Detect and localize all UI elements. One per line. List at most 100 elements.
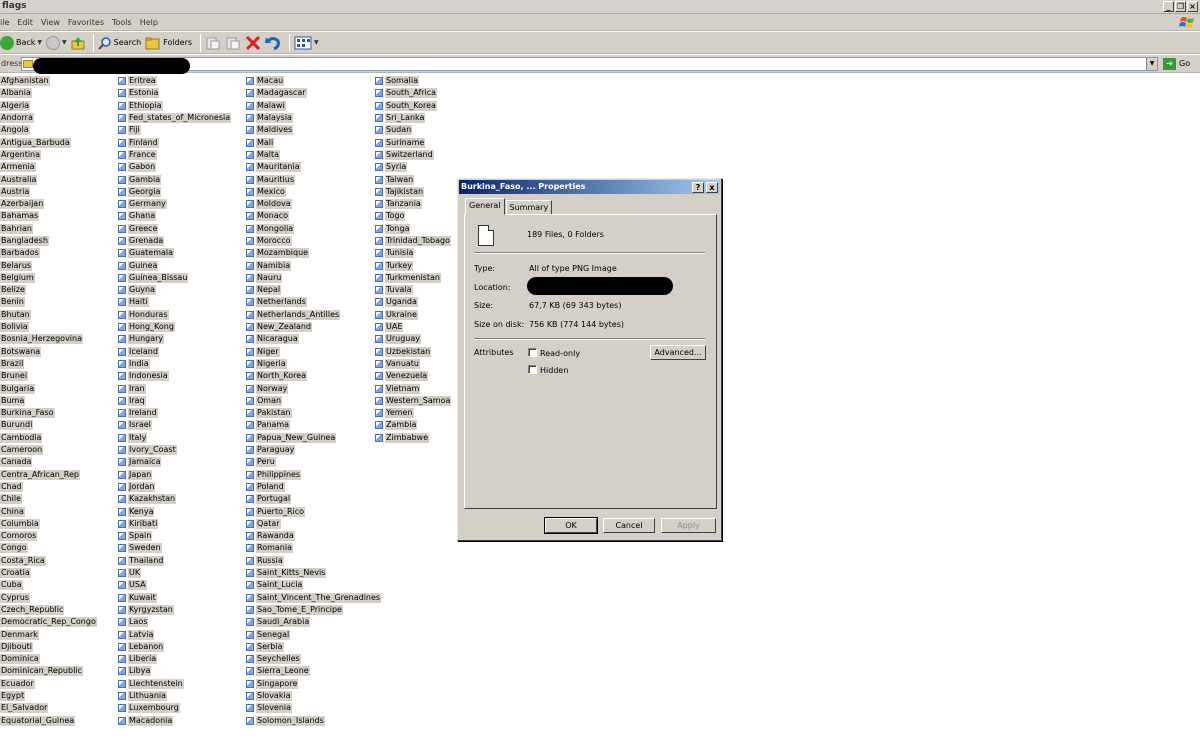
file-item[interactable]: Turkey bbox=[375, 259, 451, 271]
file-item[interactable]: Saint_Vincent_The_Grenadines bbox=[246, 591, 382, 603]
file-item[interactable]: Andorra bbox=[0, 112, 97, 124]
file-item[interactable]: Portugal bbox=[246, 493, 381, 505]
file-item[interactable]: Taiwan bbox=[375, 173, 451, 185]
file-item[interactable]: Djibouti bbox=[0, 641, 97, 653]
file-item[interactable]: USA bbox=[118, 579, 231, 591]
file-item[interactable]: Paraguay bbox=[246, 444, 381, 456]
file-item[interactable]: Serbia bbox=[246, 641, 381, 653]
file-item[interactable]: Nauru bbox=[246, 272, 381, 284]
file-item[interactable]: Germany bbox=[118, 198, 231, 210]
undo-button[interactable] bbox=[265, 33, 281, 53]
file-item[interactable]: Denmark bbox=[0, 628, 97, 640]
file-item[interactable]: Ukraine bbox=[375, 309, 451, 321]
menu-favorites[interactable]: Favorites bbox=[68, 18, 104, 27]
search-button[interactable]: Search bbox=[97, 33, 141, 53]
file-item[interactable]: Rawanda bbox=[246, 530, 381, 542]
folders-button[interactable]: Folders bbox=[145, 33, 192, 53]
file-item[interactable]: Sierra_Leone bbox=[246, 665, 381, 677]
restore-button[interactable]: ❐ bbox=[1175, 1, 1186, 12]
menu-help[interactable]: Help bbox=[140, 18, 158, 27]
back-button[interactable]: Back ▼ bbox=[0, 33, 42, 53]
file-item[interactable]: Ivory_Coast bbox=[118, 444, 231, 456]
file-item[interactable]: Uganda bbox=[375, 296, 451, 308]
file-item[interactable]: Luxembourg bbox=[118, 702, 231, 714]
file-item[interactable]: Malaysia bbox=[246, 112, 381, 124]
chevron-down-icon[interactable]: ▼ bbox=[62, 39, 67, 46]
file-item[interactable]: Puerto_Rico bbox=[246, 505, 381, 517]
file-item[interactable]: Namibia bbox=[246, 259, 381, 271]
file-item[interactable]: Latvia bbox=[118, 628, 231, 640]
file-item[interactable]: Mali bbox=[246, 136, 381, 148]
file-item[interactable]: Gambia bbox=[118, 173, 231, 185]
file-item[interactable]: Cyprus bbox=[0, 591, 97, 603]
up-folder-button[interactable] bbox=[71, 33, 85, 53]
file-item[interactable]: Croatia bbox=[0, 567, 97, 579]
file-item[interactable]: Kazakhstan bbox=[118, 493, 231, 505]
file-item[interactable]: Qatar bbox=[246, 518, 381, 530]
file-item[interactable]: Cameroon bbox=[0, 444, 97, 456]
file-item[interactable]: Morocco bbox=[246, 235, 381, 247]
file-item[interactable]: Chad bbox=[0, 481, 97, 493]
file-item[interactable]: Buma bbox=[0, 395, 97, 407]
file-item[interactable]: Albania bbox=[0, 87, 97, 99]
file-item[interactable]: Bahamas bbox=[0, 210, 97, 222]
file-item[interactable]: Lebanon bbox=[118, 641, 231, 653]
file-item[interactable]: Romania bbox=[246, 542, 381, 554]
file-item[interactable]: Malta bbox=[246, 149, 381, 161]
file-item[interactable]: Sao_Tome_E_Principe bbox=[246, 604, 381, 616]
file-item[interactable]: Algeria bbox=[0, 100, 97, 112]
file-item[interactable]: Iran bbox=[118, 382, 231, 394]
menu-file[interactable]: ile bbox=[0, 18, 9, 27]
file-item[interactable]: Peru bbox=[246, 456, 381, 468]
file-item[interactable]: Oman bbox=[246, 395, 381, 407]
file-item[interactable]: Senegal bbox=[246, 628, 381, 640]
file-item[interactable]: Togo bbox=[375, 210, 451, 222]
file-item[interactable]: Philippines bbox=[246, 469, 381, 481]
file-item[interactable]: Mongolia bbox=[246, 223, 381, 235]
file-item[interactable]: Gabon bbox=[118, 161, 231, 173]
file-item[interactable]: Guinea_Bissau bbox=[118, 272, 231, 284]
file-item[interactable]: Nigeria bbox=[246, 358, 381, 370]
dialog-close-button[interactable]: x bbox=[706, 182, 718, 193]
file-item[interactable]: Fed_states_of_Micronesia bbox=[118, 112, 232, 124]
file-item[interactable]: Ecuador bbox=[0, 678, 97, 690]
file-item[interactable]: Western_Samoa bbox=[375, 395, 452, 407]
file-item[interactable]: Liechtenstein bbox=[118, 678, 231, 690]
file-item[interactable]: Moldova bbox=[246, 198, 381, 210]
file-item[interactable]: Comoros bbox=[0, 530, 97, 542]
file-item[interactable]: Singapore bbox=[246, 678, 381, 690]
file-item[interactable]: Tajikistan bbox=[375, 186, 451, 198]
file-item[interactable]: Somalia bbox=[375, 75, 451, 87]
file-item[interactable]: Panama bbox=[246, 419, 381, 431]
file-item[interactable]: Bangladesh bbox=[0, 235, 97, 247]
file-item[interactable]: Venezuela bbox=[375, 370, 451, 382]
file-item[interactable]: Norway bbox=[246, 382, 381, 394]
file-item[interactable]: Vietnam bbox=[375, 382, 451, 394]
file-item[interactable]: Honduras bbox=[118, 309, 231, 321]
file-item[interactable]: Burkina_Faso bbox=[0, 407, 97, 419]
readonly-checkbox[interactable] bbox=[528, 348, 537, 357]
file-item[interactable]: Equatorial_Guinea bbox=[0, 714, 97, 726]
file-item[interactable]: Libya bbox=[118, 665, 231, 677]
file-item[interactable]: Centra_African_Rep bbox=[0, 469, 97, 481]
menu-tools[interactable]: Tools bbox=[112, 18, 132, 27]
close-button[interactable]: × bbox=[1187, 1, 1198, 12]
file-item[interactable]: Saint_Kitts_Nevis bbox=[246, 567, 381, 579]
file-item[interactable]: South_Africa bbox=[375, 87, 451, 99]
file-item[interactable]: Antigua_Barbuda bbox=[0, 136, 97, 148]
file-item[interactable]: Jordan bbox=[118, 481, 231, 493]
file-item[interactable]: Kuwait bbox=[118, 591, 231, 603]
file-item[interactable]: Iraq bbox=[118, 395, 231, 407]
file-item[interactable]: Spain bbox=[118, 530, 231, 542]
file-item[interactable]: Guatemala bbox=[118, 247, 231, 259]
file-item[interactable]: Belize bbox=[0, 284, 97, 296]
tab-summary[interactable]: Summary bbox=[505, 200, 553, 215]
cancel-button[interactable]: Cancel bbox=[603, 518, 655, 533]
file-item[interactable]: Fiji bbox=[118, 124, 231, 136]
file-item[interactable]: Suriname bbox=[375, 136, 451, 148]
file-item[interactable]: UAE bbox=[375, 321, 451, 333]
file-item[interactable]: Botswana bbox=[0, 346, 97, 358]
file-item[interactable]: Tunisia bbox=[375, 247, 451, 259]
tab-general[interactable]: General bbox=[465, 198, 505, 215]
menu-view[interactable]: View bbox=[41, 18, 60, 27]
